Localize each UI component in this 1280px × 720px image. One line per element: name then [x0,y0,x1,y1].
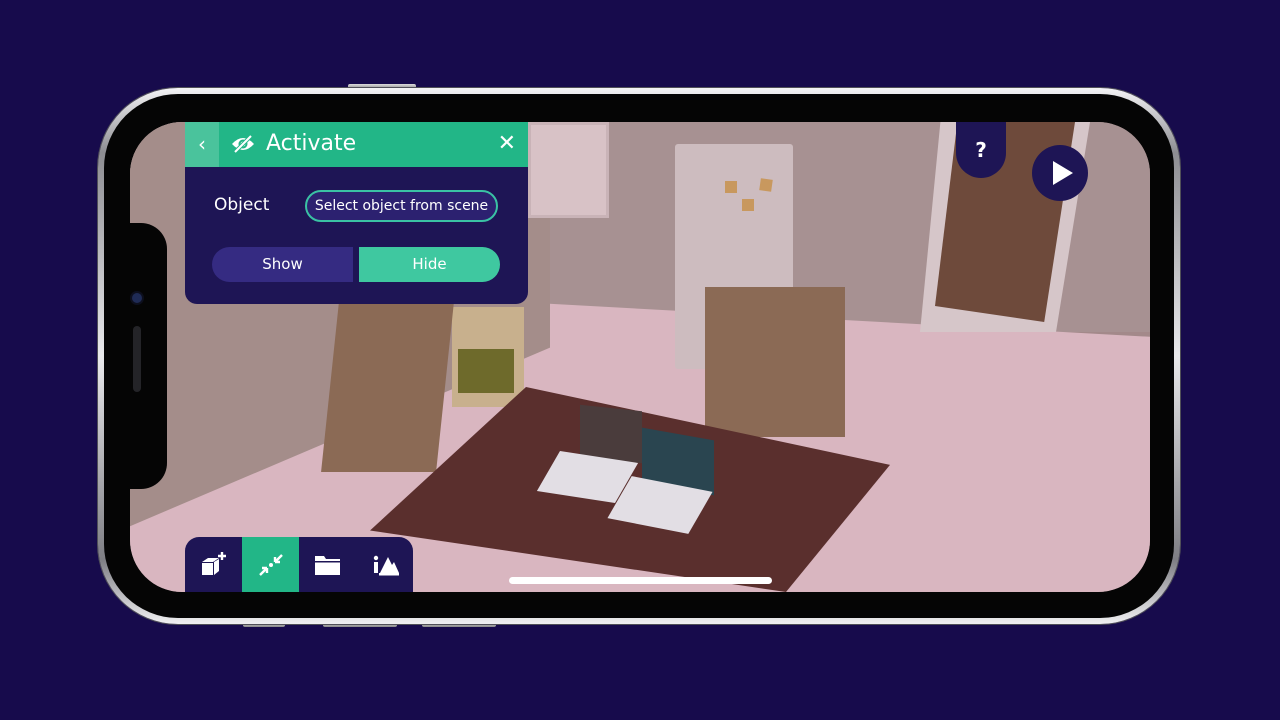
phone-notch [120,223,167,489]
close-button[interactable]: ✕ [498,130,516,158]
object-label: Object [214,195,270,215]
toggle-show[interactable]: Show [212,247,353,282]
panel-header: ‹ Activate ✕ [185,122,528,167]
panel-title: Activate [266,131,357,156]
play-icon [1053,161,1073,185]
close-icon: ✕ [497,131,516,156]
earpiece-speaker [133,326,141,392]
back-button[interactable]: ‹ [185,122,219,167]
bottom-toolbar [185,537,413,592]
scene-settings-icon [373,555,399,576]
front-camera [132,293,142,303]
scene-settings-button[interactable] [356,537,413,592]
chevron-left-icon: ‹ [198,132,206,156]
compress-button[interactable] [242,537,299,592]
window [528,122,609,218]
toggle-hide[interactable]: Hide [359,247,500,282]
sticky-note [759,178,773,192]
add-object-icon [202,552,226,575]
add-object-button[interactable] [185,537,242,592]
activate-panel: ‹ Activate ✕ Object Select object from s… [185,122,528,304]
chair-left[interactable] [321,302,454,472]
home-indicator[interactable] [509,577,772,584]
show-hide-toggle: Show Hide [212,247,500,282]
oven-window [458,349,514,393]
eye-slash-icon [232,134,254,154]
sticky-note [725,181,737,193]
folder-icon [315,556,340,575]
folder-button[interactable] [299,537,356,592]
chair-right[interactable] [705,287,845,437]
help-button[interactable]: ? [956,122,1006,178]
compress-icon [259,554,283,576]
stove[interactable] [452,307,524,407]
select-object-button[interactable]: Select object from scene [305,190,498,222]
laptop-1-screen [580,404,642,464]
play-button[interactable] [1032,145,1088,201]
sticky-note [742,199,754,211]
